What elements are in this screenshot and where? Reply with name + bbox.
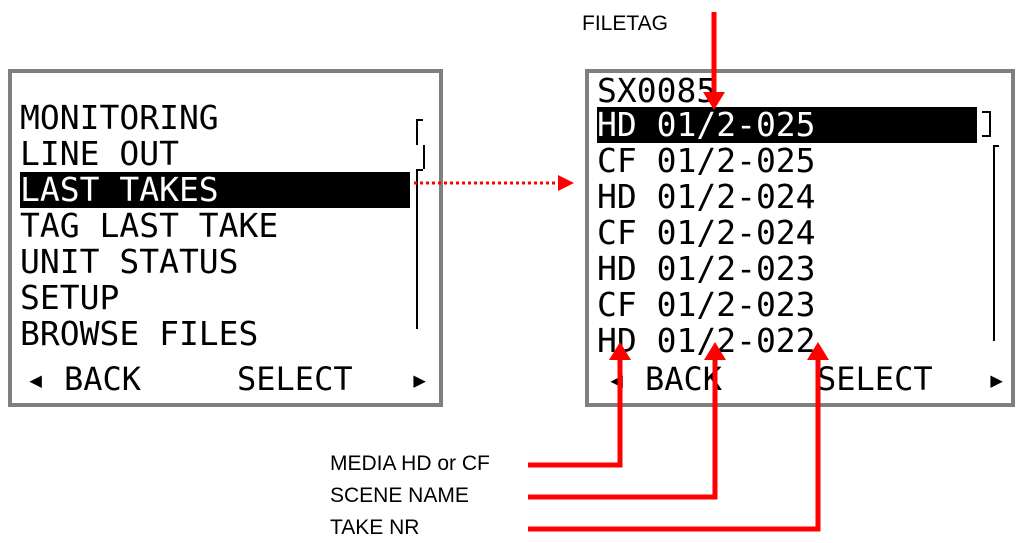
filetag-arrow: [703, 12, 725, 110]
take-nr-arrow: [528, 342, 829, 532]
annotation-arrows: [414, 12, 829, 532]
navigation-arrow: [414, 175, 574, 191]
media-arrow: [528, 342, 631, 468]
scene-name-arrow: [528, 342, 726, 500]
